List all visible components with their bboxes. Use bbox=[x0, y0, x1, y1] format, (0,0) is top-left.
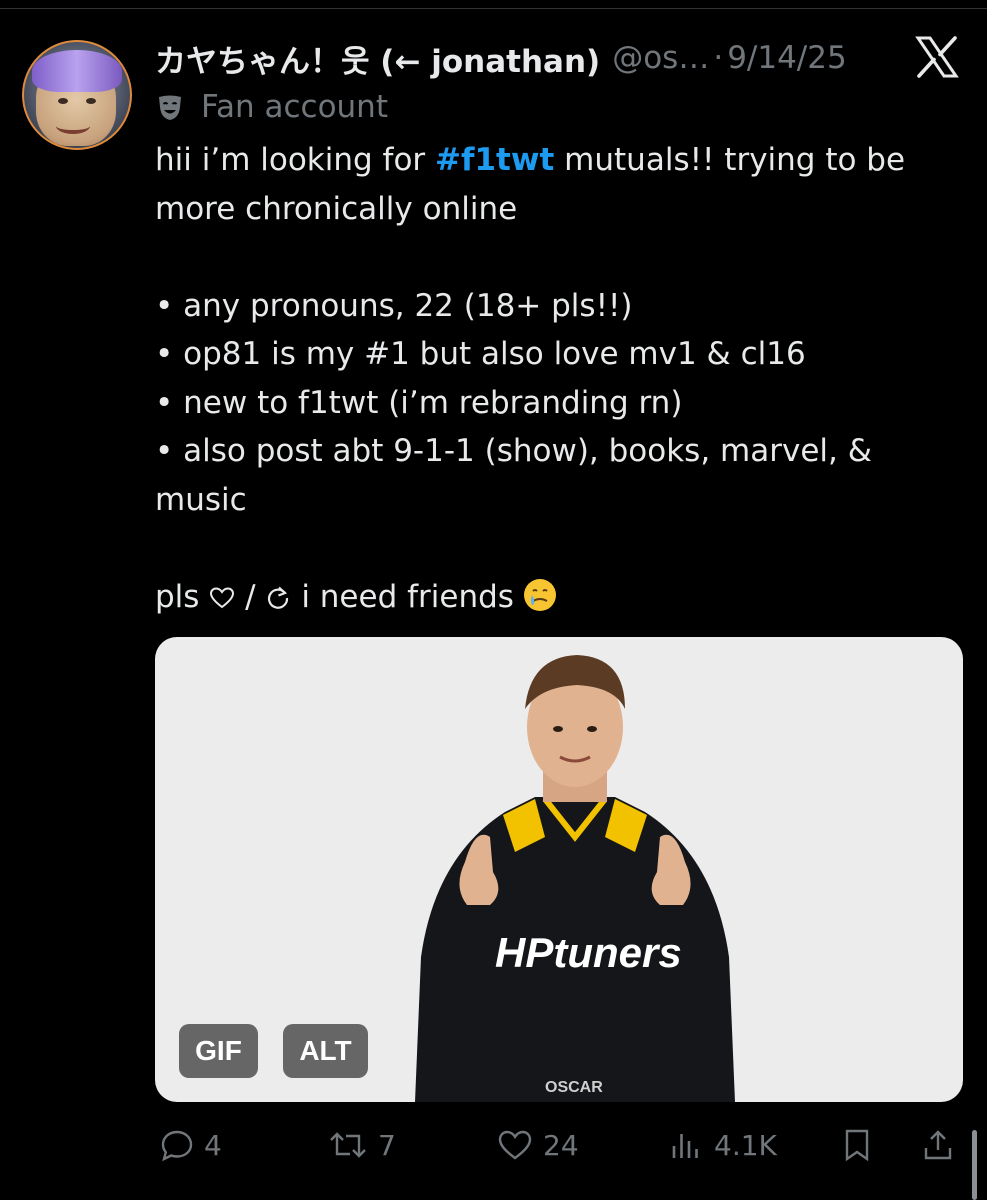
reply-button[interactable]: 4 bbox=[160, 1118, 222, 1172]
bullet-item: • any pronouns, 22 (18+ pls!!) bbox=[155, 287, 633, 324]
like-icon bbox=[498, 1130, 532, 1160]
hashtag-link[interactable]: #f1twt bbox=[435, 142, 554, 178]
action-bar: 4 7 24 4.1K bbox=[155, 1118, 965, 1172]
bullet-item: • op81 is my #1 but also love mv1 & cl16 bbox=[155, 336, 806, 372]
repost-icon bbox=[330, 1132, 366, 1158]
like-count: 24 bbox=[543, 1128, 579, 1162]
bullet-item: • new to f1twt (i’m rebranding rn) bbox=[155, 384, 683, 421]
intro-text-start: hii i’m looking for bbox=[155, 142, 436, 178]
top-divider bbox=[0, 8, 987, 9]
avatar-ring bbox=[22, 40, 132, 150]
reply-count: 4 bbox=[204, 1128, 222, 1162]
closing-slash: / bbox=[235, 578, 266, 615]
views-icon bbox=[672, 1134, 698, 1158]
gif-media[interactable]: HPtuners OSCAR bbox=[155, 637, 963, 1102]
suit-name-patch: OSCAR bbox=[545, 1079, 603, 1096]
bullet-item: • also post abt 9-1-1 (show), books, mar… bbox=[155, 433, 872, 518]
post-text: hii i’m looking for #f1twt mutuals!! try… bbox=[155, 136, 965, 621]
bookmark-icon bbox=[845, 1129, 869, 1162]
intro-paragraph: hii i’m looking for #f1twt mutuals!! try… bbox=[155, 136, 965, 233]
views-button[interactable]: 4.1K bbox=[670, 1118, 777, 1172]
author-handle[interactable]: @os… bbox=[612, 40, 709, 76]
fan-account-badge[interactable]: Fan account bbox=[155, 86, 388, 128]
closing-text-start: pls bbox=[155, 578, 200, 615]
heart-outline-icon bbox=[210, 586, 235, 608]
scrollbar[interactable] bbox=[972, 1130, 977, 1200]
closing-line: pls / i need friends bbox=[155, 573, 965, 622]
refresh-icon bbox=[268, 586, 289, 609]
header-separator: · bbox=[713, 40, 724, 76]
alt-text-button[interactable]: ALT bbox=[283, 1024, 368, 1078]
badge-label: Fan account bbox=[201, 89, 388, 125]
closing-text-end: i need friends bbox=[291, 578, 514, 615]
x-logo-icon[interactable] bbox=[912, 32, 962, 82]
bookmark-button[interactable] bbox=[841, 1118, 873, 1172]
theater-mask-icon bbox=[159, 95, 181, 120]
repost-count: 7 bbox=[378, 1128, 396, 1162]
share-icon bbox=[924, 1130, 952, 1160]
views-count: 4.1K bbox=[714, 1128, 777, 1162]
post-date[interactable]: 9/14/25 bbox=[727, 40, 847, 76]
like-button[interactable]: 24 bbox=[497, 1118, 579, 1172]
suit-sponsor-logo: HPtuners bbox=[495, 929, 682, 976]
driver-thumbs-up-image: HPtuners OSCAR bbox=[415, 655, 735, 1102]
avatar[interactable] bbox=[22, 40, 132, 150]
teary-smile-emoji bbox=[523, 578, 556, 611]
reply-icon bbox=[161, 1130, 193, 1162]
share-button[interactable] bbox=[921, 1118, 955, 1172]
repost-button[interactable]: 7 bbox=[328, 1118, 396, 1172]
author-display-name[interactable]: カヤちゃん！웃 (← jonathan) bbox=[155, 36, 600, 81]
gif-badge: GIF bbox=[179, 1024, 258, 1078]
post-header: カヤちゃん！웃 (← jonathan) @os… · 9/14/25 bbox=[155, 33, 847, 83]
